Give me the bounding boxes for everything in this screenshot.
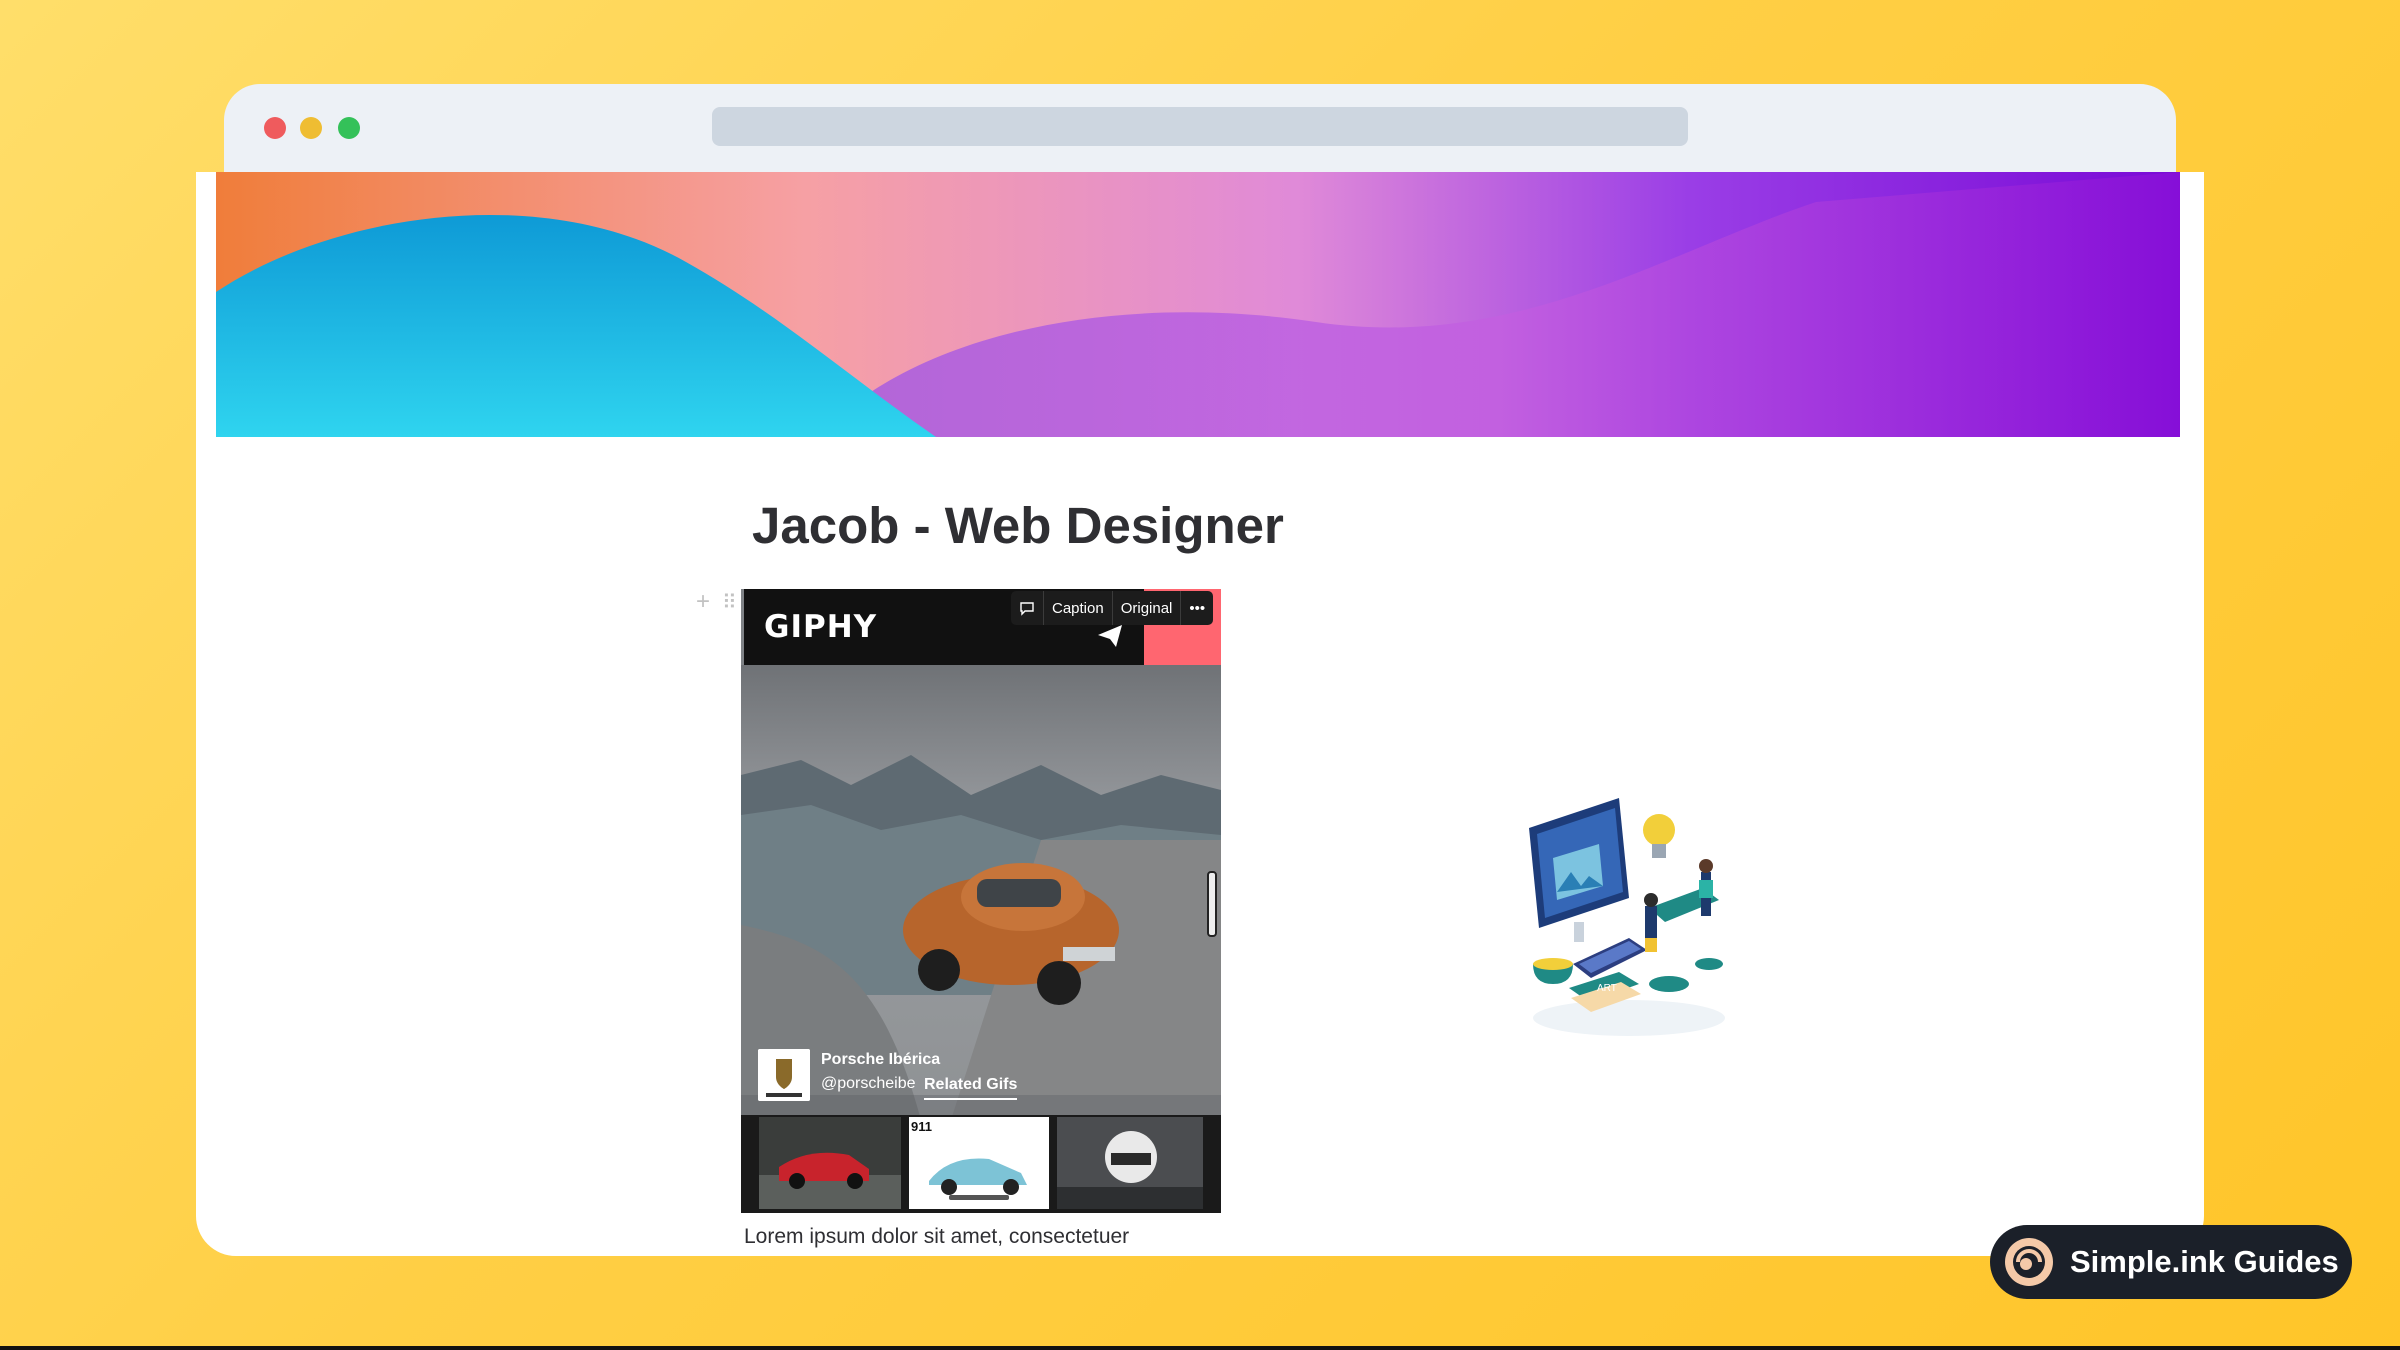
channel-handle[interactable]: @porscheibe (821, 1075, 916, 1093)
related-gif-thumb[interactable] (759, 1117, 901, 1209)
original-button[interactable]: Original (1113, 591, 1182, 625)
channel-avatar[interactable] (758, 1049, 810, 1101)
giphy-embed[interactable]: GIPHY Caption Original ••• Porsche Ibéri… (741, 589, 1221, 1213)
more-options-button[interactable]: ••• (1181, 591, 1213, 625)
badge-label: Simple.ink Guides (2070, 1244, 2339, 1279)
page-title: Jacob - Web Designer (752, 497, 1284, 554)
address-bar[interactable] (712, 107, 1688, 146)
simpleink-guides-badge[interactable]: Simple.ink Guides (1990, 1225, 2352, 1299)
designer-illustration: ART (1529, 798, 1725, 1036)
embed-toolbar: Caption Original ••• (1011, 591, 1214, 625)
maximize-window-button[interactable] (338, 117, 360, 139)
related-gifs-strip: 911 (741, 1115, 1221, 1213)
minimize-window-button[interactable] (300, 117, 322, 139)
caption-button[interactable]: Caption (1044, 591, 1113, 625)
simpleink-logo-icon (2005, 1238, 2053, 1286)
related-gif-thumb[interactable] (1057, 1117, 1203, 1209)
cover-image (216, 172, 2180, 437)
giphy-logo[interactable]: GIPHY (764, 609, 877, 645)
page-body-text: Lorem ipsum dolor sit amet, consectetuer (744, 1225, 1130, 1248)
browser-window: Jacob - Web Designer + ⠿ GIPHY Caption O… (0, 0, 2400, 1350)
illustration-art-label: ART (1597, 983, 1617, 994)
embed-scrollbar[interactable] (1207, 871, 1217, 937)
comment-icon (1020, 602, 1034, 616)
comment-button[interactable] (1011, 591, 1044, 625)
related-gifs-tab[interactable]: Related Gifs (924, 1076, 1018, 1100)
close-window-button[interactable] (264, 117, 286, 139)
thumb-badge: 911 (911, 1119, 932, 1134)
channel-name[interactable]: Porsche Ibérica (821, 1051, 940, 1069)
car-thumb-graphic (929, 1158, 1027, 1200)
plus-icon[interactable]: + (696, 588, 710, 616)
drag-handle-icon[interactable]: ⠿ (722, 590, 737, 615)
related-gif-thumb[interactable]: 911 (909, 1117, 1049, 1209)
page-content: Jacob - Web Designer + ⠿ GIPHY Caption O… (196, 172, 2204, 1256)
